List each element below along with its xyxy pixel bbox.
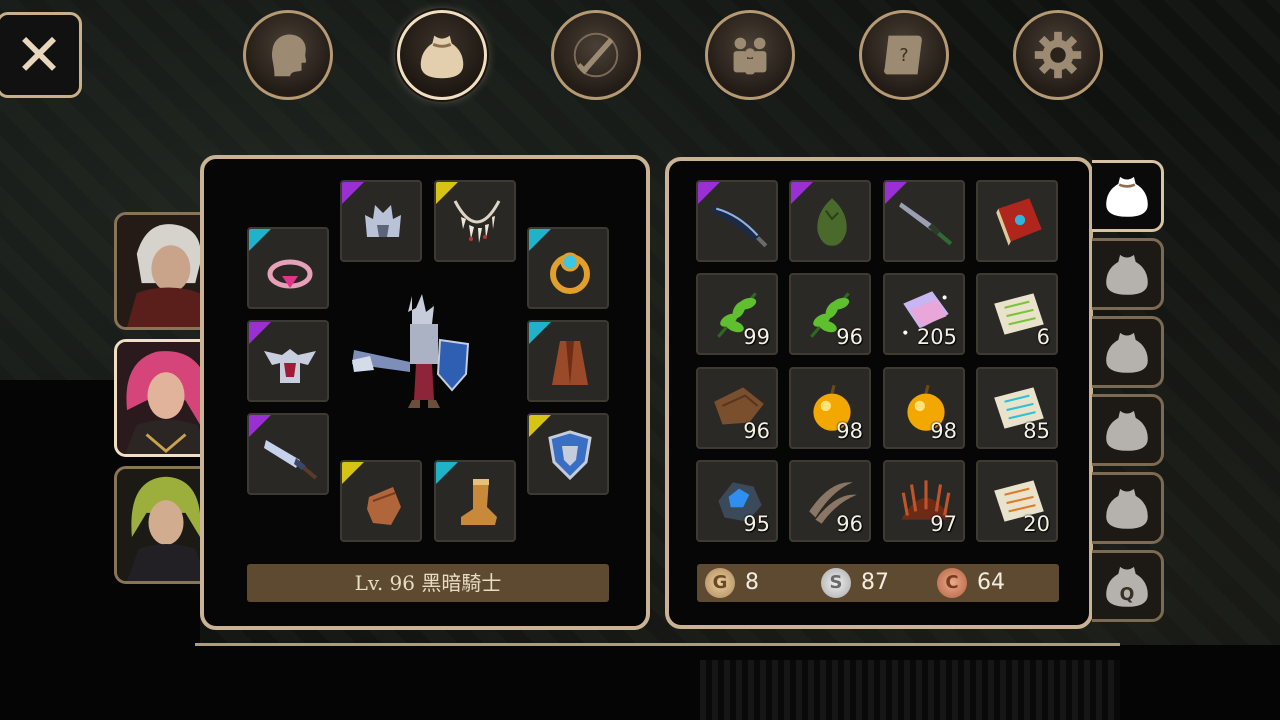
slot-necklace[interactable] [434, 180, 516, 262]
scroll-icon: ? [884, 35, 922, 75]
currency-bar: G 8 S 87 C 64 [697, 564, 1059, 602]
party-icon [733, 37, 767, 75]
bag-icon [1105, 410, 1148, 451]
item-quantity: 98 [930, 419, 957, 443]
dagger-icon [899, 202, 953, 246]
inventory-slot[interactable]: 96 [789, 273, 871, 355]
inventory-slot[interactable] [789, 180, 871, 262]
inventory-slot[interactable] [976, 180, 1058, 262]
greatsword-icon [264, 440, 318, 480]
sword-compass-icon [573, 32, 619, 78]
gold-amount: 8 [745, 570, 759, 595]
boots-icon [461, 479, 497, 525]
cloak-icon [552, 341, 588, 385]
slot-shield[interactable] [527, 413, 609, 495]
tab-inventory[interactable] [397, 10, 487, 100]
slot-gloves[interactable] [340, 460, 422, 542]
slot-cloak[interactable] [527, 320, 609, 402]
tab-party[interactable] [705, 10, 795, 100]
inventory-slot[interactable]: 20 [976, 460, 1058, 542]
inventory-slot[interactable]: 6 [976, 273, 1058, 355]
shield-icon [548, 430, 592, 481]
silver-coin-icon: S [821, 568, 851, 598]
background-fence [700, 660, 1120, 720]
red-book-icon [996, 198, 1042, 246]
winged-armor-icon [264, 349, 316, 383]
bag-tab-quest[interactable]: Q [1092, 550, 1164, 622]
inventory-slot[interactable]: 96 [696, 367, 778, 449]
tab-quests[interactable]: ? [859, 10, 949, 100]
slot-ring-left[interactable] [247, 227, 329, 309]
bag-tab-4[interactable] [1092, 394, 1164, 466]
tab-character[interactable] [243, 10, 333, 100]
bag-tab-2[interactable] [1092, 238, 1164, 310]
inventory-slot[interactable] [696, 180, 778, 262]
inventory-slot[interactable]: 205 [883, 273, 965, 355]
item-quantity: 96 [836, 325, 863, 349]
gold-ring-icon [550, 252, 590, 294]
item-quantity: 205 [916, 325, 957, 349]
inventory-slot[interactable] [883, 180, 965, 262]
green-egg-icon [817, 198, 847, 246]
quest-bag-icon: Q [1105, 566, 1148, 607]
bag-tab-3[interactable] [1092, 316, 1164, 388]
dark-blade-icon [712, 206, 768, 248]
tab-skills[interactable] [551, 10, 641, 100]
bag-tab-5[interactable] [1092, 472, 1164, 544]
bag-icon [1105, 176, 1148, 217]
level-class-label: Lv. 96 黑暗騎士 [247, 564, 609, 602]
svg-text:?: ? [899, 46, 908, 66]
inventory-slot[interactable]: 97 [883, 460, 965, 542]
bag-tab-1[interactable] [1092, 160, 1164, 232]
quest-bag-label: Q [1119, 585, 1134, 605]
pink-ring-icon [267, 259, 313, 289]
fang-necklace-icon [453, 200, 501, 243]
gold-coin-icon: G [705, 568, 735, 598]
gloves-icon [367, 487, 401, 525]
copper-amount: 64 [977, 570, 1005, 595]
divider-line [195, 643, 1120, 646]
item-quantity: 96 [743, 419, 770, 443]
item-quantity: 85 [1023, 419, 1050, 443]
silver-amount: 87 [861, 570, 889, 595]
inventory-slot[interactable]: 98 [789, 367, 871, 449]
game-screen: ✕ ? Lv. 96 黑暗騎士 99 96 205 6 96 98 98 85 … [0, 0, 1280, 720]
inventory-slot[interactable]: 98 [883, 367, 965, 449]
close-icon: ✕ [14, 21, 64, 89]
item-quantity: 6 [1036, 325, 1050, 349]
inventory-slot[interactable]: 99 [696, 273, 778, 355]
hero-sprite [352, 294, 470, 408]
slot-armor[interactable] [247, 320, 329, 402]
helmet-icon [365, 205, 401, 237]
bag-icon [1105, 254, 1148, 295]
bag-icon [420, 35, 464, 79]
slot-weapon[interactable] [247, 413, 329, 495]
slot-helmet[interactable] [340, 180, 422, 262]
item-quantity: 97 [930, 512, 957, 536]
gear-icon [1034, 31, 1082, 79]
close-button[interactable]: ✕ [0, 12, 82, 98]
bag-icon [1105, 488, 1148, 529]
inventory-slot[interactable]: 95 [696, 460, 778, 542]
bag-icon [1105, 332, 1148, 373]
item-quantity: 20 [1023, 512, 1050, 536]
copper-coin-icon: C [937, 568, 967, 598]
item-quantity: 99 [743, 325, 770, 349]
slot-ring-right[interactable] [527, 227, 609, 309]
item-quantity: 98 [836, 419, 863, 443]
tab-settings[interactable] [1013, 10, 1103, 100]
head-icon [271, 34, 307, 77]
slot-boots[interactable] [434, 460, 516, 542]
item-quantity: 95 [743, 512, 770, 536]
inventory-slot[interactable]: 85 [976, 367, 1058, 449]
item-quantity: 96 [836, 512, 863, 536]
inventory-slot[interactable]: 96 [789, 460, 871, 542]
